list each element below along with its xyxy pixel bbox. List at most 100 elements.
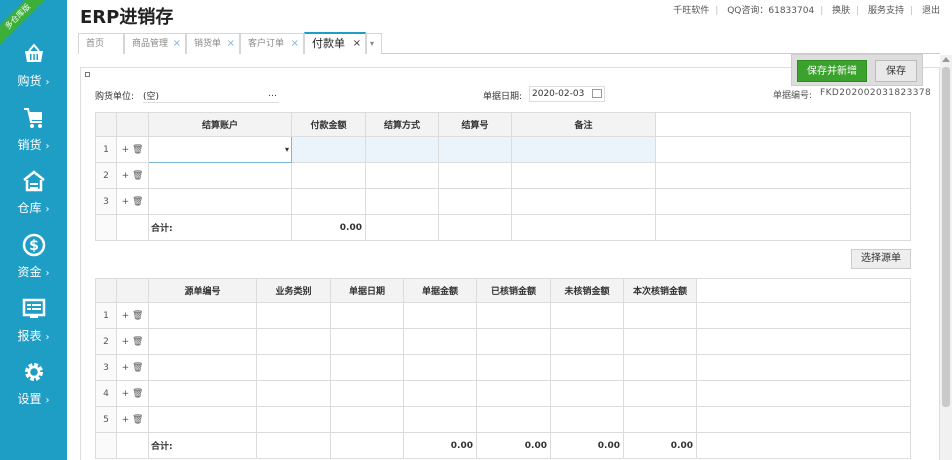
sidebar-item-label: 报表 <box>17 329 42 343</box>
more-icon[interactable]: … <box>268 89 277 99</box>
save-and-new-button[interactable]: 保存并新增 <box>797 60 867 82</box>
sidebar-item-label: 购货 <box>17 74 42 88</box>
sidebar-item-warehouse[interactable]: 仓库 › <box>0 169 67 231</box>
column-header: 本次核销金额 <box>623 278 697 303</box>
settlement-table: 结算账户 付款金额 结算方式 结算号 备注 1 + 🗑 ▾ 2 + 🗑 3 + … <box>95 112 911 241</box>
app-title: ERP进销存 <box>80 7 174 28</box>
report-icon <box>22 298 45 318</box>
column-header: 业务类别 <box>256 278 331 303</box>
vendor-label: 购货单位: <box>95 92 135 102</box>
chevron-right-icon: › <box>45 141 50 152</box>
total-settled: 0.00 <box>476 432 551 459</box>
add-row-icon[interactable]: + <box>122 415 130 425</box>
date-label: 单据日期: <box>483 92 523 102</box>
column-header: 结算账户 <box>148 112 292 137</box>
add-row-icon[interactable]: + <box>122 389 130 399</box>
delete-row-icon[interactable]: 🗑 <box>132 145 143 155</box>
close-icon[interactable]: × <box>173 34 181 54</box>
close-icon[interactable]: × <box>227 34 235 54</box>
collapse-icon[interactable] <box>85 72 90 77</box>
table-row: 3 + 🗑 <box>95 188 911 215</box>
link-qq[interactable]: QQ咨询：61833704 <box>727 6 814 16</box>
column-header: 单据金额 <box>403 278 477 303</box>
close-icon[interactable]: × <box>291 34 299 54</box>
date-field[interactable]: 2020-02-03 <box>529 86 605 102</box>
sidebar-item-label: 资金 <box>17 265 42 279</box>
select-source-button[interactable]: 选择源单 <box>851 249 911 269</box>
add-row-icon[interactable]: + <box>122 363 130 373</box>
cart-icon <box>23 108 42 128</box>
link-support[interactable]: 服务支持 <box>868 6 904 16</box>
table-row: 2 + 🗑 <box>95 162 911 189</box>
add-row-icon[interactable]: + <box>122 337 130 347</box>
chevron-right-icon: › <box>45 204 50 215</box>
top-links: 千旺软件 | QQ咨询：61833704 | 换肤 | 服务支持 | 退出 <box>673 6 940 16</box>
delete-row-icon[interactable]: 🗑 <box>132 415 143 425</box>
column-header: 付款金额 <box>291 112 366 137</box>
sidebar-item-label: 销货 <box>17 138 42 152</box>
basket-icon <box>24 43 43 62</box>
delete-row-icon[interactable]: 🗑 <box>132 197 143 207</box>
sidebar-item-label: 仓库 <box>17 201 42 215</box>
total-unsettled: 0.00 <box>550 432 624 459</box>
tab-more-dropdown[interactable]: ▾ <box>366 33 382 54</box>
table-row: 4 + 🗑 <box>95 380 911 407</box>
table-row: 1 + 🗑 ▾ <box>95 136 911 163</box>
link-skin[interactable]: 换肤 <box>832 6 850 16</box>
sidebar: 多仓库版 购货 › 销货 › 仓库 › $ 资金 › 报表 › 设置 › <box>0 0 67 460</box>
tab-sales-order[interactable]: 销货单 × <box>186 33 240 54</box>
link-logout[interactable]: 退出 <box>922 6 940 16</box>
table-row: 1 + 🗑 <box>95 302 911 329</box>
delete-row-icon[interactable]: 🗑 <box>132 171 143 181</box>
sidebar-item-reports[interactable]: 报表 › <box>0 297 67 359</box>
column-header: 已核销金额 <box>476 278 551 303</box>
warehouse-icon <box>22 170 45 192</box>
total-this-settle: 0.00 <box>623 432 697 459</box>
chevron-right-icon: › <box>45 395 50 406</box>
table-row: 2 + 🗑 <box>95 328 911 355</box>
sidebar-item-purchase[interactable]: 购货 › <box>0 42 67 104</box>
account-select[interactable]: ▾ <box>148 136 292 163</box>
vertical-scrollbar[interactable] <box>940 55 952 460</box>
table-row: 5 + 🗑 <box>95 406 911 433</box>
total-label: 合计: <box>148 214 292 241</box>
table-row: 3 + 🗑 <box>95 354 911 381</box>
delete-row-icon[interactable]: 🗑 <box>132 311 143 321</box>
sidebar-item-funds[interactable]: $ 资金 › <box>0 233 67 295</box>
close-icon[interactable]: × <box>353 34 361 54</box>
total-doc-amount: 0.00 <box>403 432 477 459</box>
doc-no-label: 单据编号: <box>773 91 813 101</box>
tab-products[interactable]: 商品管理 × <box>124 33 186 54</box>
vendor-field[interactable]: (空)… <box>143 89 279 103</box>
column-header: 单据日期 <box>330 278 404 303</box>
add-row-icon[interactable]: + <box>122 311 130 321</box>
add-row-icon[interactable]: + <box>122 171 130 181</box>
source-table: 源单编号 业务类别 单据日期 单据金额 已核销金额 未核销金额 本次核销金额 1… <box>95 278 911 459</box>
total-row: 合计: 0.00 <box>95 214 911 241</box>
chevron-down-icon: ▾ <box>370 39 375 48</box>
sidebar-item-settings[interactable]: 设置 › <box>0 360 67 422</box>
tab-home[interactable]: 首页 <box>78 33 124 54</box>
add-row-icon[interactable]: + <box>122 145 130 155</box>
gear-icon <box>24 363 43 381</box>
tab-customer-order[interactable]: 客户订单 × <box>240 33 304 54</box>
column-header: 未核销金额 <box>550 278 624 303</box>
chevron-down-icon[interactable]: ▾ <box>285 145 289 154</box>
delete-row-icon[interactable]: 🗑 <box>132 337 143 347</box>
calendar-icon[interactable] <box>592 89 602 98</box>
add-row-icon[interactable]: + <box>122 197 130 207</box>
scroll-up-icon[interactable] <box>942 57 950 62</box>
delete-row-icon[interactable]: 🗑 <box>132 363 143 373</box>
tab-payment[interactable]: 付款单 × <box>304 32 366 54</box>
delete-row-icon[interactable]: 🗑 <box>132 389 143 399</box>
total-amount: 0.00 <box>291 214 366 241</box>
chevron-right-icon: › <box>45 77 50 88</box>
save-button[interactable]: 保存 <box>875 60 917 82</box>
chevron-right-icon: › <box>45 268 50 279</box>
svg-text:$: $ <box>29 238 39 254</box>
total-row: 合计: 0.00 0.00 0.00 0.00 <box>95 432 911 459</box>
link-company[interactable]: 千旺软件 <box>673 6 709 16</box>
sidebar-item-label: 设置 <box>17 392 42 406</box>
scroll-thumb[interactable] <box>942 67 950 407</box>
sidebar-item-sales[interactable]: 销货 › <box>0 106 67 168</box>
